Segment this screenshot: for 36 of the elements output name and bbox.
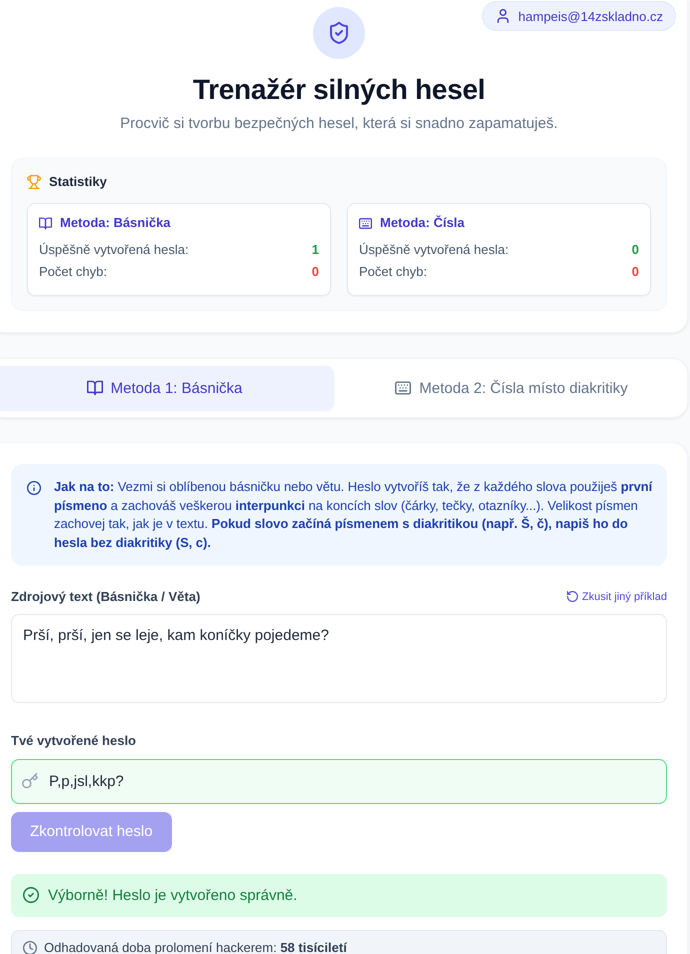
- shield-check-icon: [313, 7, 365, 59]
- page-subtitle: Procvič si tvorbu bezpečných hesel, která si snadno zapamatuješ.: [119, 114, 559, 134]
- statistics-title: Statistiky: [49, 173, 107, 191]
- password-field[interactable]: P,p,jsl,kkp?: [11, 758, 667, 804]
- user-icon: [497, 9, 510, 23]
- stat-value: 0: [632, 263, 639, 281]
- password-label: Tvé vytvořené heslo: [11, 732, 137, 750]
- book-icon: [86, 380, 103, 396]
- stat-label: Úspěšně vytvořená hesla:: [359, 241, 509, 259]
- method-title: Metoda: Čísla: [380, 214, 465, 232]
- try-another-example-link[interactable]: Zkusit jiný příklad: [567, 590, 667, 603]
- stat-value: 0: [312, 263, 319, 281]
- stat-label: Počet chyb:: [359, 263, 427, 281]
- method-title: Metoda: Básnička: [60, 214, 171, 232]
- clock-icon: [23, 940, 37, 954]
- method-tab[interactable]: Metoda 1: Básnička: [0, 366, 334, 410]
- stat-label: Úspěšně vytvořená hesla:: [39, 241, 189, 259]
- page-title: Trenažér silných hesel: [192, 73, 486, 107]
- stat-value: 0: [632, 241, 639, 259]
- stat-value: 1: [312, 241, 319, 259]
- source-text-label: Zdrojový text (Básnička / Věta): [11, 588, 200, 606]
- keyboard-icon: [359, 216, 372, 230]
- trophy-icon: [27, 175, 41, 189]
- refresh-icon: [567, 591, 578, 602]
- info-icon: [27, 481, 41, 495]
- check-circle-icon: [23, 887, 39, 904]
- book-icon: [39, 216, 52, 230]
- user-email-badge[interactable]: hampeis@14zskladno.cz: [482, 1, 676, 31]
- result-message: Výborně! Heslo je vytvořeno správně.: [48, 886, 298, 904]
- keyboard-icon: [395, 380, 412, 396]
- key-icon: [22, 772, 38, 789]
- method-tab[interactable]: Metoda 2: Čísla místo diakritiky: [342, 366, 681, 410]
- instructions-text: Jak na to: Vezmi si oblíbenou básničku nebo větu. Heslo vytvoříš tak, že z každého slova použiješ první písmeno a zachováš veškerou interpunkci na koncích slov (čárky, tečky, otazníky...). Velikost písmen zachovej tak, jak je v textu. Pokud slovo začíná písmenem s diakritikou (např. Š, č), napiš ho do hesla bez diakritiky (S, c).: [54, 478, 654, 552]
- stat-label: Počet chyb:: [39, 263, 107, 281]
- user-email: hampeis@14zskladno.cz: [518, 8, 663, 24]
- source-text-field[interactable]: Prší, prší, jen se leje, kam koníčky pojedeme?: [11, 614, 667, 703]
